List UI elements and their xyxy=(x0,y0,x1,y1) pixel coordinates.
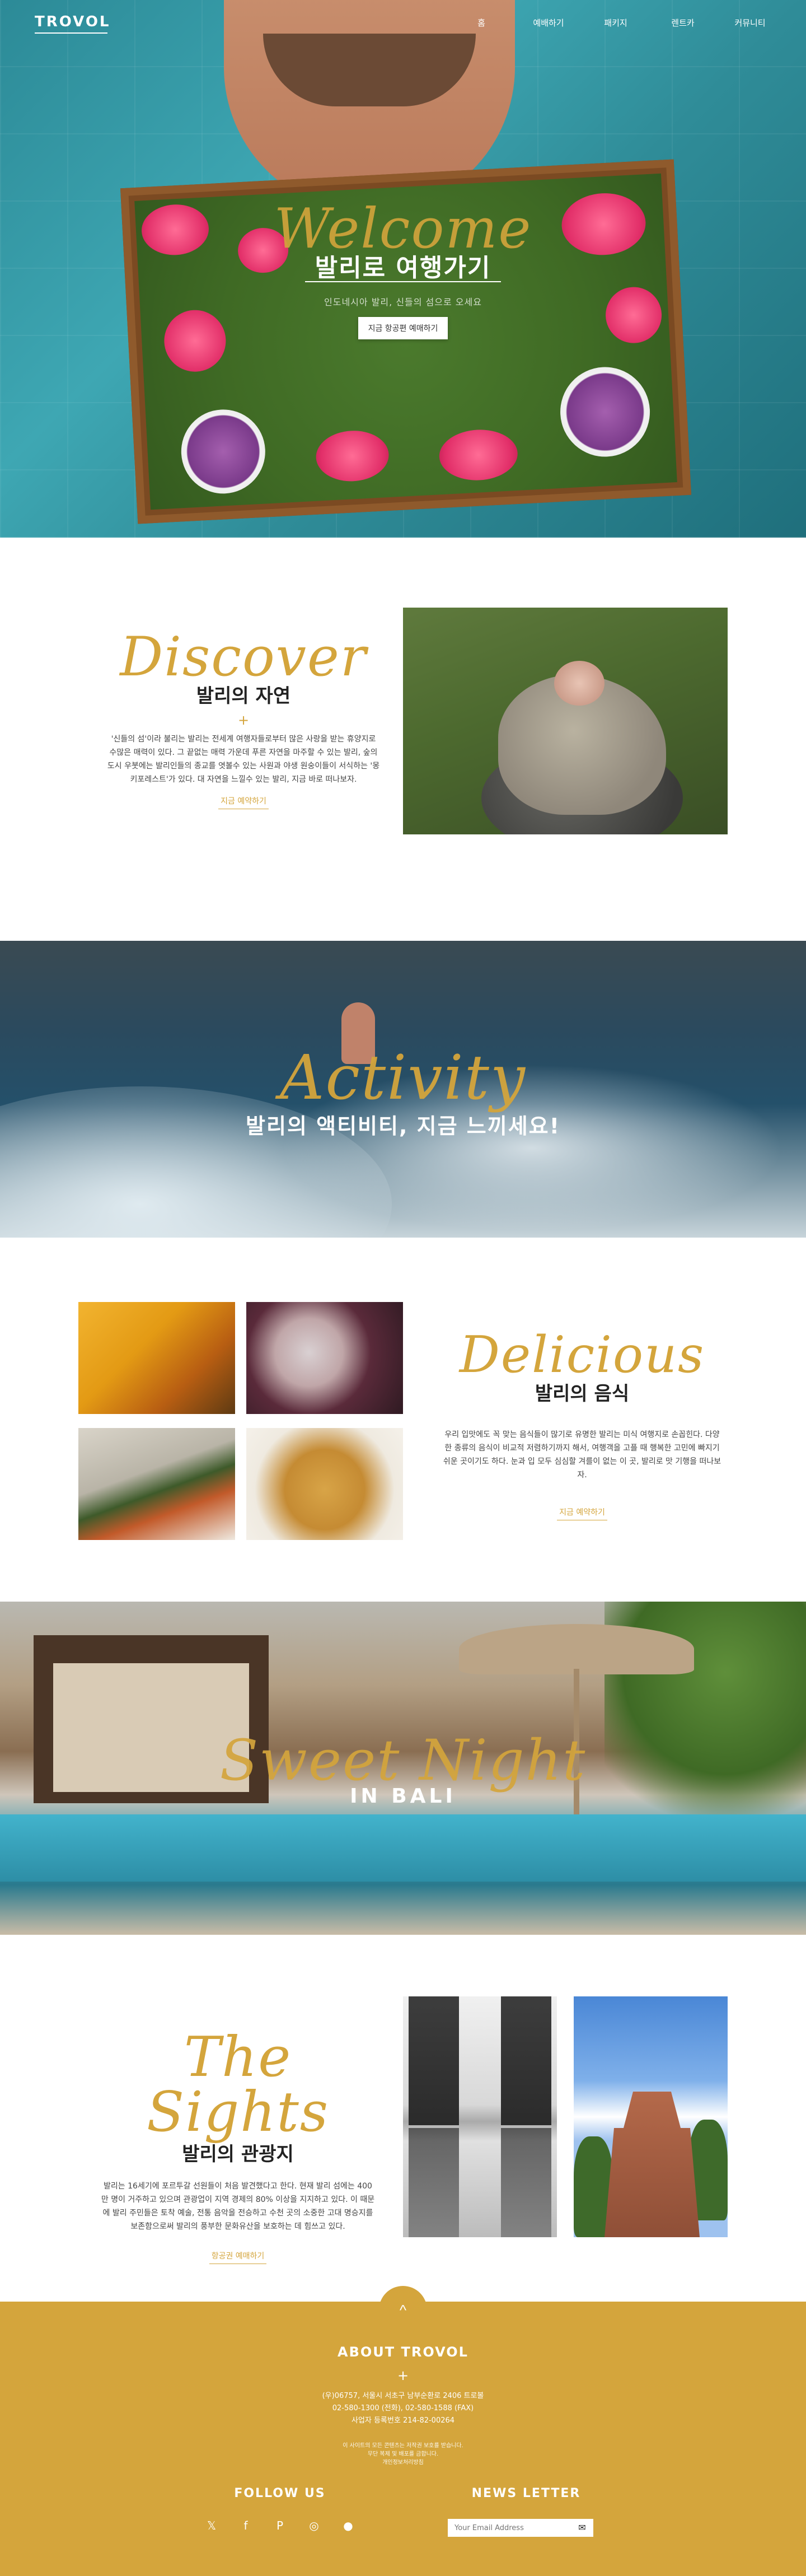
hero-title-underline xyxy=(305,281,501,282)
photo-monkey-face xyxy=(554,661,604,706)
chevron-up-icon: ^ xyxy=(399,2301,407,2318)
footer-address: (우)06757, 서울시 서초구 남부순환로 2406 트로볼 xyxy=(322,2392,484,2400)
nav-link-booking[interactable]: 예배하기 xyxy=(515,17,582,29)
temple-photo xyxy=(574,1996,728,2237)
flower-decoration xyxy=(438,427,519,483)
instagram-icon[interactable]: ◎ xyxy=(304,2519,324,2532)
delicious-script-title: Delicious xyxy=(459,1326,705,1384)
scroll-top-button[interactable]: ^ xyxy=(379,2286,427,2334)
footer-small-line: 무단 복제 및 배포를 금합니다. xyxy=(367,2451,439,2457)
temple-gate-photo xyxy=(403,1996,557,2237)
top-nav: TROVOL 홈 예배하기 패키지 렌트카 커뮤니티 xyxy=(0,0,806,45)
food-photo-starfruit xyxy=(78,1302,235,1414)
footer-small-line: 이 사이트의 모든 콘텐츠는 저작권 보호를 받습니다. xyxy=(343,2443,463,2449)
hero-title: 발리로 여행가기 xyxy=(315,254,491,282)
about-title: ABOUT TROVOL xyxy=(338,2344,468,2360)
umbrella xyxy=(459,1624,694,1674)
flower-decoration xyxy=(162,308,228,374)
twitter-icon[interactable]: 𝕏 xyxy=(202,2519,222,2532)
follow-us-title: FOLLOW US xyxy=(234,2486,326,2500)
monkey-photo xyxy=(403,608,728,834)
swimming-pool xyxy=(0,1814,806,1882)
footer-plus-divider: + xyxy=(397,2368,409,2383)
gate-reflection-left xyxy=(409,2128,459,2237)
hero-section: TROVOL 홈 예배하기 패키지 렌트카 커뮤니티 Welcome 발리로 여… xyxy=(0,0,806,538)
site-logo[interactable]: TROVOL xyxy=(35,13,111,30)
gate-right xyxy=(501,1996,551,2125)
night-script-title: Sweet Night xyxy=(219,1728,587,1793)
sights-section: The Sights 발리의 관광지 발리는 16세기에 포르투갈 선원들이 처… xyxy=(0,1935,806,2302)
discover-book-link[interactable]: 지금 예약하기 xyxy=(218,795,269,809)
delicious-section: Delicious 발리의 음식 우리 입맛에도 꼭 맞는 음식들이 많기로 유… xyxy=(0,1238,806,1602)
nav-link-home[interactable]: 홈 xyxy=(448,17,515,29)
footer-biz-no: 사업자 등록번호 214-82-00264 xyxy=(351,2416,455,2425)
nav-link-rentcar[interactable]: 렌트카 xyxy=(649,17,716,29)
delicious-body: 우리 입맛에도 꼭 맞는 음식들이 많기로 유명한 발리는 미식 여행지로 손꼽… xyxy=(443,1430,721,1480)
delicious-text-block: Delicious 발리의 음식 우리 입맛에도 꼭 맞는 음식들이 많기로 유… xyxy=(442,1330,722,1520)
night-title: IN BALI xyxy=(350,1785,456,1808)
gate-reflection-right xyxy=(501,2128,551,2237)
footer-address-block: (우)06757, 서울시 서초구 남부순환로 2406 트로볼 02-580-… xyxy=(0,2390,806,2427)
activity-script-title: Activity xyxy=(279,1042,527,1113)
sweet-night-section: Sweet Night IN BALI xyxy=(0,1602,806,1935)
newsletter-title: NEWS LETTER xyxy=(471,2486,581,2500)
discover-body: '신들의 섬'이라 불리는 발리는 전세계 여행자들로부터 많은 사랑을 받는 … xyxy=(107,735,380,784)
mail-icon: ✉ xyxy=(578,2523,586,2533)
nav-link-package[interactable]: 패키지 xyxy=(582,17,649,29)
food-photo-mangosteen xyxy=(246,1302,403,1414)
food-photo-fried-noodles xyxy=(246,1428,403,1540)
nav-link-community[interactable]: 커뮤니티 xyxy=(716,17,784,29)
discord-icon[interactable]: ● xyxy=(338,2519,358,2532)
temple-building xyxy=(604,2092,700,2237)
sights-text-block: The Sights 발리의 관광지 발리는 16세기에 포르투갈 선원들이 처… xyxy=(101,2030,375,2264)
facebook-icon[interactable]: f xyxy=(236,2519,256,2532)
delicious-book-link[interactable]: 지금 예약하기 xyxy=(557,1506,607,1520)
flower-decoration xyxy=(315,428,390,483)
pinterest-icon[interactable]: P xyxy=(270,2519,290,2532)
sights-body: 발리는 16세기에 포르투갈 선원들이 처음 발견했다고 한다. 현재 발리 섬… xyxy=(101,2182,375,2231)
food-photo-grilled-wrap xyxy=(78,1428,235,1540)
footer-phone: 02-580-1300 (전화), 02-580-1588 (FAX) xyxy=(332,2404,474,2412)
hero-heading: Welcome 발리로 여행가기 xyxy=(0,202,806,282)
gate-left xyxy=(409,1996,459,2125)
smoothie-bowl-image xyxy=(179,407,268,496)
discover-text-block: Discover 발리의 자연 + '신들의 섬'이라 불리는 발리는 전세계 … xyxy=(106,630,381,809)
activity-title: 발리의 액티비티, 지금 느끼세요! xyxy=(246,1114,560,1138)
social-links: 𝕏 f P ◎ ● xyxy=(202,2519,358,2532)
sights-title: 발리의 관광지 xyxy=(182,2143,294,2166)
sights-script-title: The Sights xyxy=(146,2026,329,2144)
hero-subtitle: 인도네시아 발리, 신들의 섬으로 오세요 xyxy=(324,297,482,307)
plus-divider: + xyxy=(237,712,250,728)
discover-section: Discover 발리의 자연 + '신들의 섬'이라 불리는 발리는 전세계 … xyxy=(0,538,806,941)
newsletter-send-button[interactable]: ✉ xyxy=(571,2519,593,2537)
sights-book-link[interactable]: 항공권 예매하기 xyxy=(209,2250,267,2264)
nav-links: 홈 예배하기 패키지 렌트카 커뮤니티 xyxy=(448,17,784,29)
discover-script-title: Discover xyxy=(120,626,367,688)
footer-small-print: 이 사이트의 모든 콘텐츠는 저작권 보호를 받습니다. 무단 복제 및 배포를… xyxy=(0,2442,806,2467)
activity-section: Activity 발리의 액티비티, 지금 느끼세요! xyxy=(0,941,806,1238)
footer: ^ ABOUT TROVOL + (우)06757, 서울시 서초구 남부순환로… xyxy=(0,2286,806,2576)
privacy-policy-link[interactable]: 개인정보처리방침 xyxy=(0,2458,806,2467)
smoothie-bowl-image xyxy=(557,365,653,459)
logo-underline xyxy=(35,32,107,34)
book-flight-button[interactable]: 지금 항공편 예매하기 xyxy=(358,317,448,339)
